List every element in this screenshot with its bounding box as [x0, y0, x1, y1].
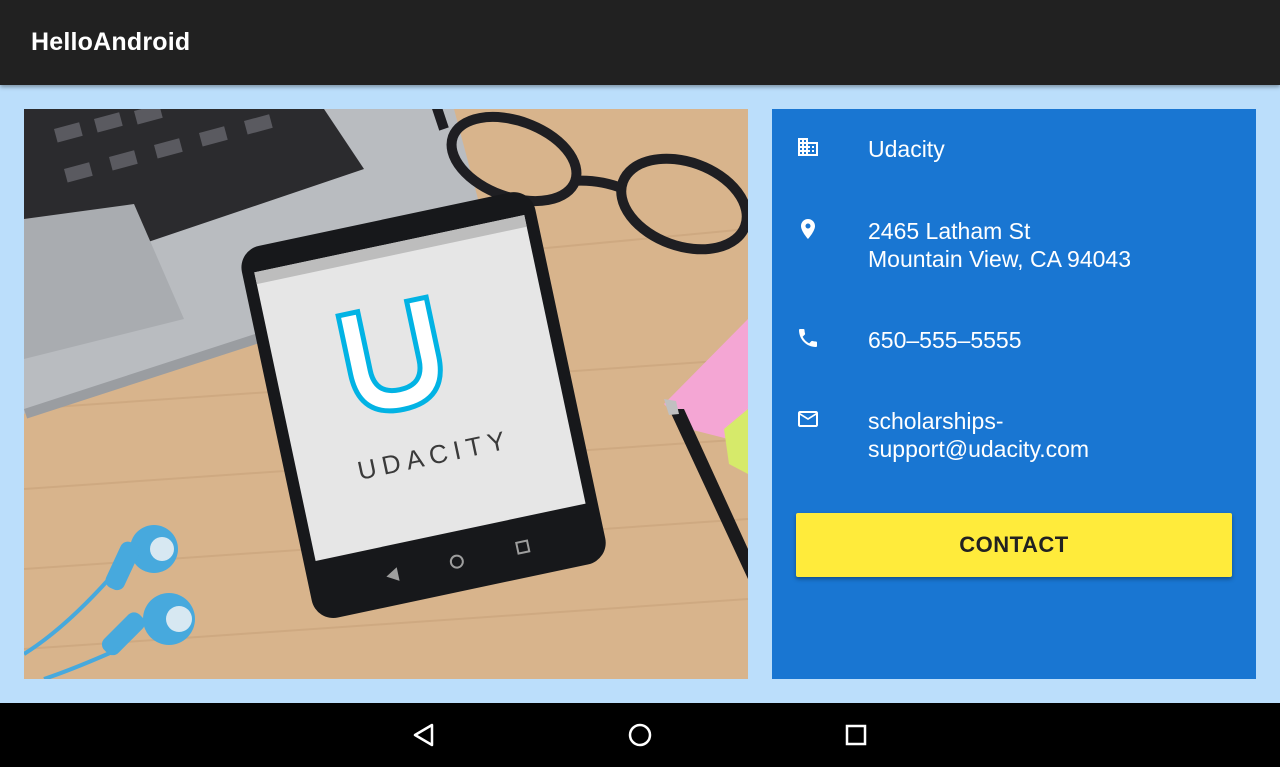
recents-icon[interactable] [840, 719, 872, 751]
app-title: HelloAndroid [31, 28, 191, 56]
home-icon[interactable] [624, 719, 656, 751]
email-line-2: support@udacity.com [868, 436, 1090, 462]
contact-button[interactable]: CONTACT [796, 513, 1232, 577]
company-name-line: Udacity [868, 136, 945, 162]
email-address: scholarships- support@udacity.com [868, 407, 1238, 463]
app-bar: HelloAndroid [0, 0, 1280, 85]
header-image: UDACITY [24, 109, 748, 679]
address-line-2: Mountain View, CA 94043 [868, 246, 1131, 272]
address-line-1: 2465 Latham St [868, 218, 1031, 244]
business-icon [798, 138, 818, 156]
phone-number-line: 650–555–5555 [868, 327, 1022, 353]
email-icon [798, 411, 818, 427]
address-text: 2465 Latham St Mountain View, CA 94043 [868, 217, 1238, 273]
back-icon[interactable] [408, 719, 440, 751]
company-name: Udacity [868, 135, 1238, 163]
phone-icon [799, 329, 817, 347]
location-pin-icon [801, 219, 815, 239]
email-line-1: scholarships- [868, 408, 1004, 434]
phone-number: 650–555–5555 [868, 326, 1238, 354]
contact-card: Udacity 2465 Latham St Mountain View, CA… [772, 109, 1256, 679]
system-nav-bar [0, 703, 1280, 767]
